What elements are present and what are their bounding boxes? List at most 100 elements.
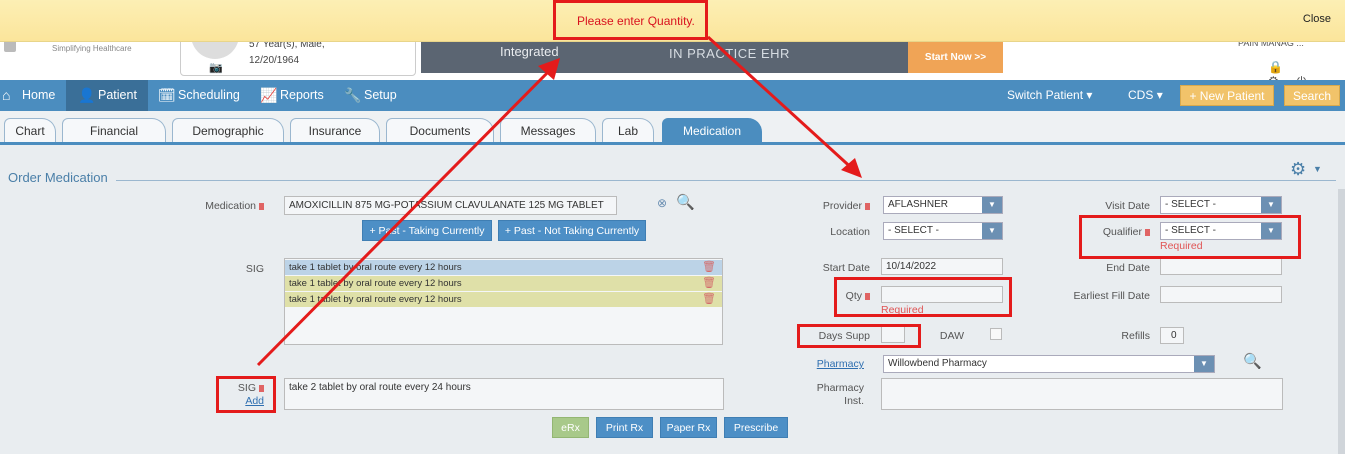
- scrollbar[interactable]: [1338, 189, 1345, 454]
- notification-message: Please enter Quantity.: [577, 14, 695, 28]
- pharmacy-inst-input[interactable]: [881, 378, 1283, 410]
- nav-scheduling[interactable]: 🗓 Scheduling: [156, 80, 246, 111]
- daw-checkbox[interactable]: [990, 328, 1002, 340]
- main-nav: ⌂ Home 👤 Patient 🗓 Scheduling 📈 Reports 🔧 Set…: [0, 80, 1345, 111]
- logo-tagline: Simplifying Healthcare: [52, 44, 132, 53]
- notification-close-button[interactable]: Close: [1303, 13, 1331, 25]
- chevron-down-icon: ▾: [1156, 88, 1163, 102]
- visit-date-label: Visit Date: [1105, 200, 1150, 212]
- chevron-down-icon: ▾: [1086, 88, 1093, 102]
- chevron-down-icon: ▼: [1194, 356, 1214, 372]
- start-date-label: Start Date: [822, 262, 870, 274]
- nav-home[interactable]: ⌂ Home: [0, 80, 64, 111]
- banner-start-button[interactable]: Start Now >>: [908, 40, 1003, 73]
- pharmacy-inst-label-2: Inst.: [844, 395, 864, 407]
- days-supp-label: Days Supp: [818, 330, 870, 342]
- patient-tabs: Chart Financial Demographic Insurance Do…: [0, 111, 1345, 248]
- refills-label: Refills: [1121, 330, 1150, 342]
- banner-integrated-text: Integrated: [500, 44, 559, 59]
- daw-label: DAW: [939, 330, 964, 342]
- tab-medication[interactable]: Medication: [662, 118, 762, 143]
- camera-icon[interactable]: 📷: [209, 61, 223, 74]
- tab-documents[interactable]: Documents: [386, 118, 494, 143]
- tab-financial[interactable]: Financial: [62, 118, 166, 143]
- tab-demographic[interactable]: Demographic: [172, 118, 284, 143]
- trash-icon[interactable]: 🗑: [702, 292, 716, 307]
- qty-input[interactable]: [881, 286, 1003, 303]
- end-date-input[interactable]: [1160, 258, 1282, 275]
- lock-icon[interactable]: 🔒: [1268, 60, 1283, 74]
- pharmacy-inst-label: Pharmacy: [816, 382, 864, 394]
- refills-input[interactable]: 0: [1160, 327, 1184, 344]
- tab-messages[interactable]: Messages: [500, 118, 596, 143]
- tab-insurance[interactable]: Insurance: [290, 118, 380, 143]
- end-date-label: End Date: [1106, 262, 1150, 274]
- required-marker: [865, 202, 870, 210]
- paper-rx-button[interactable]: Paper Rx: [660, 417, 717, 438]
- print-rx-button[interactable]: Print Rx: [596, 417, 653, 438]
- past-taking-currently-button[interactable]: + Past - Taking Currently: [362, 220, 492, 241]
- chevron-down-icon[interactable]: ▼: [1313, 164, 1322, 174]
- qualifier-select[interactable]: - SELECT - ▼: [1160, 222, 1282, 240]
- qualifier-required-text: Required: [1160, 240, 1203, 252]
- required-marker: [259, 202, 264, 210]
- chevron-down-icon: ▼: [982, 197, 1002, 213]
- chevron-down-icon: ▼: [1261, 197, 1281, 213]
- report-icon: 📈: [260, 87, 278, 103]
- trash-icon[interactable]: 🗑: [702, 276, 716, 291]
- search-icon[interactable]: 🔍: [676, 193, 695, 211]
- list-item[interactable]: take 1 tablet by oral route every 12 hou…: [285, 276, 722, 291]
- clear-icon[interactable]: ⊗: [657, 196, 667, 210]
- required-marker: [865, 292, 870, 300]
- cds-dropdown[interactable]: CDS ▾: [1128, 80, 1163, 111]
- chevron-down-icon: ▼: [1261, 223, 1281, 239]
- tab-chart[interactable]: Chart: [4, 118, 56, 143]
- sig-add-link[interactable]: Add: [200, 395, 264, 407]
- prescribe-button[interactable]: Prescribe: [724, 417, 788, 438]
- gear-icon[interactable]: ⚙: [1290, 159, 1306, 180]
- pharmacy-select[interactable]: Willowbend Pharmacy ▼: [883, 355, 1215, 373]
- qty-label: Qty: [780, 290, 870, 302]
- pharmacy-label[interactable]: Pharmacy: [780, 358, 864, 370]
- required-marker: [1145, 228, 1150, 236]
- sig-entry-input[interactable]: take 2 tablet by oral route every 24 hou…: [284, 378, 724, 410]
- promo-banner[interactable]: Integrated IN PRACTICE EHR Start Now >>: [421, 40, 1003, 73]
- required-marker: [259, 384, 264, 392]
- order-medication-panel: Order Medication ⚙ ▼ Medication AMOXICIL…: [0, 145, 1345, 454]
- nav-reports[interactable]: 📈 Reports: [258, 80, 332, 111]
- location-label: Location: [830, 226, 870, 238]
- list-item[interactable]: take 1 tablet by oral route every 12 hou…: [285, 260, 722, 275]
- switch-patient-dropdown[interactable]: Switch Patient ▾: [1007, 80, 1092, 111]
- nav-patient[interactable]: 👤 Patient: [66, 80, 148, 111]
- banner-ehr-text: IN PRACTICE EHR: [669, 46, 790, 61]
- nav-setup[interactable]: 🔧 Setup: [342, 80, 402, 111]
- new-patient-button[interactable]: + New Patient: [1180, 85, 1274, 106]
- sig-label: SIG: [245, 263, 264, 275]
- tab-lab[interactable]: Lab: [602, 118, 654, 143]
- patient-dob: 12/20/1964: [249, 55, 300, 66]
- past-not-taking-currently-button[interactable]: + Past - Not Taking Currently: [498, 220, 646, 241]
- trash-icon[interactable]: 🗑: [702, 260, 716, 275]
- home-icon: ⌂: [2, 87, 11, 103]
- qty-required-text: Required: [881, 304, 924, 316]
- provider-select[interactable]: AFLASHNER ▼: [883, 196, 1003, 214]
- wrench-icon: 🔧: [344, 87, 362, 103]
- erx-button[interactable]: eRx: [552, 417, 589, 438]
- qualifier-label: Qualifier: [1050, 226, 1150, 238]
- medication-input[interactable]: AMOXICILLIN 875 MG-POTASSIUM CLAVULANATE…: [284, 196, 617, 215]
- sig-entry-label: SIG: [200, 382, 264, 394]
- days-supp-input[interactable]: [881, 326, 905, 343]
- sig-list[interactable]: take 1 tablet by oral route every 12 hou…: [284, 258, 723, 345]
- earliest-fill-date-input[interactable]: [1160, 286, 1282, 303]
- pharmacy-search-icon[interactable]: 🔍: [1243, 352, 1262, 370]
- visit-date-select[interactable]: - SELECT - ▼: [1160, 196, 1282, 214]
- user-icon: 👤: [78, 87, 96, 103]
- chevron-down-icon: ▼: [982, 223, 1002, 239]
- medication-label: Medication: [160, 200, 264, 212]
- list-item[interactable]: take 1 tablet by oral route every 12 hou…: [285, 292, 722, 307]
- earliest-fill-date-label: Earliest Fill Date: [1073, 290, 1150, 302]
- location-select[interactable]: - SELECT - ▼: [883, 222, 1003, 240]
- start-date-input[interactable]: 10/14/2022: [881, 258, 1003, 275]
- search-button[interactable]: Search: [1284, 85, 1340, 106]
- calendar-icon: 🗓: [158, 87, 176, 103]
